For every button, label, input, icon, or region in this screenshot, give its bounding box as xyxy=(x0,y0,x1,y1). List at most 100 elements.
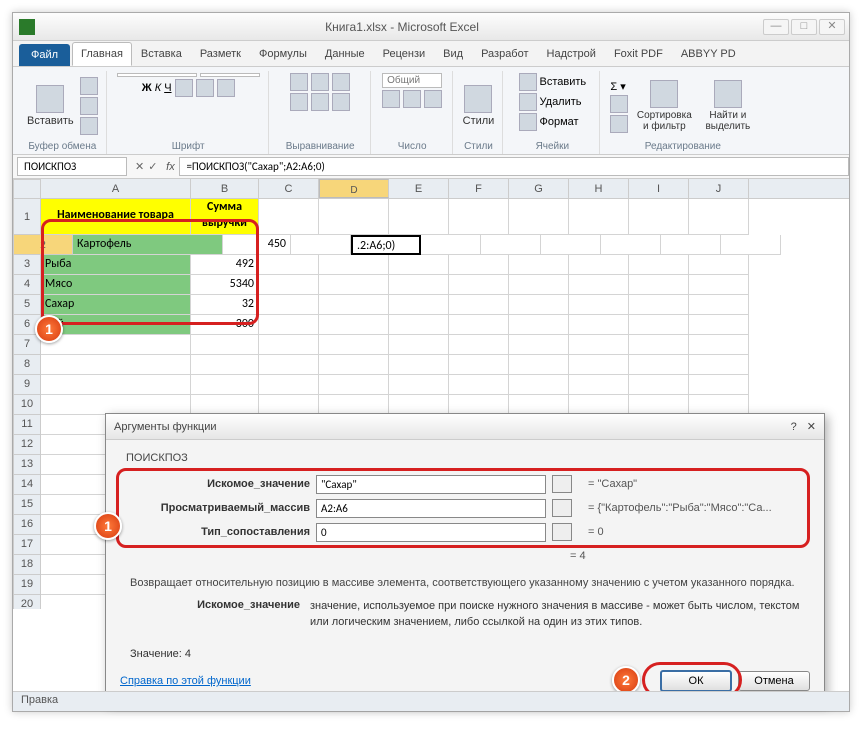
font-color-icon[interactable] xyxy=(217,79,235,97)
cell[interactable] xyxy=(259,199,319,235)
tab-view[interactable]: Вид xyxy=(434,42,472,66)
arg1-input[interactable] xyxy=(316,475,546,494)
select-all[interactable] xyxy=(13,179,41,199)
cell[interactable] xyxy=(389,395,449,415)
cell[interactable] xyxy=(389,295,449,315)
cell[interactable] xyxy=(689,375,749,395)
tab-layout[interactable]: Разметк xyxy=(191,42,250,66)
tab-insert[interactable]: Вставка xyxy=(132,42,191,66)
underline-button[interactable]: Ч xyxy=(164,82,171,94)
cell[interactable] xyxy=(319,295,389,315)
ok-button[interactable]: ОК xyxy=(660,670,732,692)
cell[interactable] xyxy=(191,375,259,395)
cell[interactable] xyxy=(259,395,319,415)
delete-cells-button[interactable]: Удалить xyxy=(519,93,582,111)
cell[interactable] xyxy=(41,375,191,395)
cell[interactable] xyxy=(319,395,389,415)
cell[interactable] xyxy=(319,375,389,395)
cell[interactable] xyxy=(449,375,509,395)
align-right-icon[interactable] xyxy=(332,93,350,111)
cell[interactable] xyxy=(389,355,449,375)
percent-icon[interactable] xyxy=(403,90,421,108)
cell[interactable] xyxy=(259,255,319,275)
cell[interactable] xyxy=(389,375,449,395)
clear-icon[interactable] xyxy=(610,115,628,133)
cell[interactable]: Сахар xyxy=(41,295,191,315)
accept-formula-icon[interactable]: ✓ xyxy=(148,160,157,173)
cell[interactable] xyxy=(41,355,191,375)
cell[interactable] xyxy=(541,235,601,255)
minimize-button[interactable]: — xyxy=(763,19,789,35)
cell[interactable] xyxy=(689,355,749,375)
cell[interactable] xyxy=(661,235,721,255)
styles-button[interactable]: Стили xyxy=(463,85,495,127)
cell[interactable] xyxy=(449,355,509,375)
cell[interactable] xyxy=(259,335,319,355)
cell[interactable] xyxy=(449,199,509,235)
row-header[interactable]: 15 xyxy=(13,495,41,515)
cell[interactable] xyxy=(449,255,509,275)
cell[interactable] xyxy=(319,335,389,355)
cell[interactable] xyxy=(389,315,449,335)
cell[interactable]: Картофель xyxy=(73,235,223,255)
cell[interactable] xyxy=(509,275,569,295)
cell[interactable] xyxy=(421,235,481,255)
row-header[interactable]: 14 xyxy=(13,475,41,495)
align-center-icon[interactable] xyxy=(311,93,329,111)
paste-button[interactable]: Вставить xyxy=(27,85,74,127)
italic-button[interactable]: К xyxy=(155,82,161,94)
arg1-ref-button[interactable] xyxy=(552,475,572,493)
cell[interactable] xyxy=(689,335,749,355)
fx-icon[interactable]: fx xyxy=(161,161,179,173)
cell[interactable] xyxy=(319,275,389,295)
row-header[interactable]: 19 xyxy=(13,575,41,595)
cell[interactable] xyxy=(191,355,259,375)
cell[interactable]: 32 xyxy=(191,295,259,315)
cancel-formula-icon[interactable]: ✕ xyxy=(135,160,144,173)
cut-icon[interactable] xyxy=(80,77,98,95)
row-header[interactable]: 3 xyxy=(13,255,41,275)
cell[interactable] xyxy=(689,275,749,295)
cell[interactable]: Сумма выручки xyxy=(191,199,259,235)
cell[interactable] xyxy=(509,295,569,315)
cell[interactable] xyxy=(689,315,749,335)
tab-formulas[interactable]: Формулы xyxy=(250,42,316,66)
maximize-button[interactable]: □ xyxy=(791,19,817,35)
cell[interactable] xyxy=(259,295,319,315)
cell[interactable] xyxy=(569,375,629,395)
dialog-close-icon[interactable]: ✕ xyxy=(807,420,816,433)
row-header[interactable]: 5 xyxy=(13,295,41,315)
cell[interactable] xyxy=(259,355,319,375)
cell[interactable] xyxy=(509,355,569,375)
font-select[interactable] xyxy=(117,73,197,77)
cell[interactable] xyxy=(191,395,259,415)
cell[interactable] xyxy=(569,275,629,295)
cell[interactable] xyxy=(41,335,191,355)
cell[interactable] xyxy=(509,335,569,355)
align-bot-icon[interactable] xyxy=(332,73,350,91)
cell[interactable]: Рыба xyxy=(41,255,191,275)
fill-icon[interactable] xyxy=(610,95,628,113)
sort-filter-button[interactable]: Сортировка и фильтр xyxy=(634,80,694,132)
number-format-select[interactable]: Общий xyxy=(382,73,442,88)
cell[interactable]: 5340 xyxy=(191,275,259,295)
tab-review[interactable]: Рецензи xyxy=(374,42,435,66)
col-header-F[interactable]: F xyxy=(449,179,509,198)
name-box[interactable]: ПОИСКПОЗ xyxy=(17,157,127,176)
format-painter-icon[interactable] xyxy=(80,117,98,135)
autosum-button[interactable]: Σ ▾ xyxy=(610,80,628,93)
cell[interactable] xyxy=(629,275,689,295)
col-header-D[interactable]: D xyxy=(319,179,389,198)
cell[interactable]: Наименование товара xyxy=(41,199,191,235)
cell[interactable] xyxy=(509,315,569,335)
align-top-icon[interactable] xyxy=(290,73,308,91)
format-cells-button[interactable]: Формат xyxy=(519,113,579,131)
row-header[interactable]: 17 xyxy=(13,535,41,555)
row-header[interactable]: 18 xyxy=(13,555,41,575)
cell[interactable] xyxy=(389,275,449,295)
tab-abbyy[interactable]: ABBYY PD xyxy=(672,42,745,66)
cell[interactable] xyxy=(569,199,629,235)
cell[interactable] xyxy=(291,235,351,255)
copy-icon[interactable] xyxy=(80,97,98,115)
cell[interactable] xyxy=(509,255,569,275)
